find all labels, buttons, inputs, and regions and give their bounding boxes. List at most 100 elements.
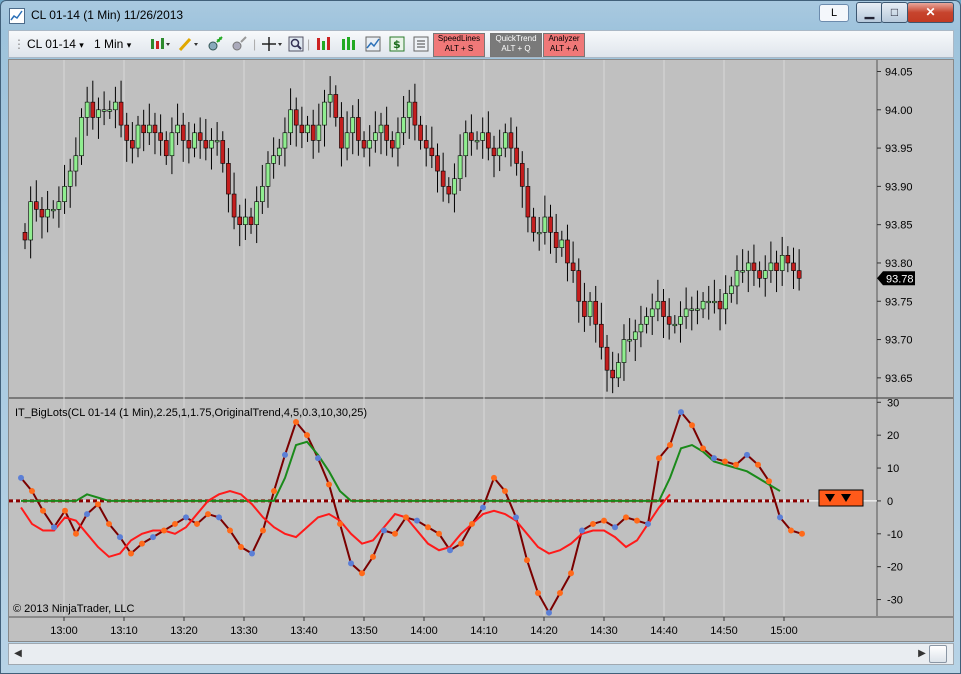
- oscillator-dot: [293, 419, 299, 426]
- candle-body: [192, 132, 197, 149]
- candle-body: [163, 140, 169, 157]
- candle-body: [689, 308, 695, 311]
- oscillator-dot: [766, 478, 772, 485]
- candle-body: [350, 117, 356, 134]
- candle-body: [226, 163, 231, 195]
- candle-body: [497, 147, 502, 157]
- candle-body: [130, 140, 135, 149]
- candle-body: [486, 132, 491, 149]
- oscillator-dot: [524, 557, 530, 564]
- data-series-icon[interactable]: [365, 36, 381, 52]
- oscillator-dot: [183, 514, 189, 521]
- candle-body: [141, 124, 146, 134]
- last-price-label: 93.78: [886, 273, 914, 285]
- properties-icon[interactable]: [413, 36, 429, 52]
- strategies-icon[interactable]: [341, 36, 357, 52]
- candle-body: [124, 124, 130, 141]
- oscillator-dot: [29, 488, 35, 495]
- candle-body: [101, 109, 107, 112]
- scroll-right-icon[interactable]: ▶: [915, 646, 929, 662]
- candle-body: [260, 186, 265, 202]
- candle-body: [180, 124, 186, 141]
- oscillator-dot: [403, 514, 409, 521]
- candle-body: [503, 132, 508, 149]
- candle-body: [327, 94, 333, 103]
- candle-body: [271, 155, 276, 164]
- crosshair-icon[interactable]: [261, 36, 283, 52]
- scroll-thumb[interactable]: [929, 645, 947, 663]
- candle-body: [248, 216, 254, 225]
- candle-body: [553, 232, 559, 248]
- svg-text:+: +: [216, 36, 223, 44]
- candle-body: [576, 270, 582, 302]
- interval-selector[interactable]: 1 Min ▾: [94, 35, 131, 53]
- oscillator-dot: [381, 527, 387, 534]
- candle-body: [34, 201, 39, 210]
- candle-body: [740, 270, 745, 273]
- candle-body: [401, 117, 406, 134]
- oscillator-dot: [95, 501, 101, 508]
- chart-canvas[interactable]: 13:00 13:10 13:20 13:30 13:40 13:50 14:00 14:10…: [9, 60, 953, 641]
- candle-body: [757, 270, 762, 279]
- oscillator-dot: [535, 589, 541, 596]
- oscillator-dot: [117, 534, 123, 541]
- quicktrend-button[interactable]: QuickTrend ALT + Q: [490, 33, 542, 57]
- zoom-box-icon[interactable]: [288, 36, 304, 52]
- oscillator-dot: [271, 488, 277, 495]
- candle-body: [745, 262, 751, 271]
- title-bar[interactable]: CL 01-14 (1 Min) 11/26/2013 L ▁ □ ✕: [1, 1, 960, 29]
- indicators-icon[interactable]: [316, 36, 332, 52]
- maximize-button[interactable]: □: [881, 2, 908, 23]
- candle-body: [237, 216, 243, 225]
- drawing-pencil-icon[interactable]: [177, 36, 199, 52]
- analyzer-button[interactable]: Analyzer ALT + A: [543, 33, 585, 57]
- candle-body: [197, 132, 203, 141]
- candle-body: [785, 255, 791, 264]
- chart-panel[interactable]: 13:00 13:10 13:20 13:30 13:40 13:50 14:00 14:10…: [8, 59, 954, 642]
- toolbar-separator: |: [253, 37, 257, 51]
- speedlines-button[interactable]: SpeedLines ALT + S: [433, 33, 485, 57]
- candle-body: [209, 140, 214, 149]
- speedlines-label: SpeedLines: [437, 34, 481, 43]
- toolbar-grip[interactable]: ⋮: [13, 35, 25, 53]
- candle-body: [135, 124, 141, 149]
- candle-body: [45, 209, 50, 218]
- time-tick-label: 13:20: [170, 625, 198, 637]
- candle-body: [536, 232, 542, 235]
- candle-body: [339, 117, 344, 149]
- toolbar-separator: |: [307, 37, 311, 51]
- oscillator-dot: [172, 520, 178, 527]
- candle-body: [423, 140, 429, 149]
- bar-type-icon[interactable]: [149, 36, 171, 52]
- oscillator-dot: [84, 511, 90, 518]
- chevron-down-icon: ▾: [79, 40, 84, 50]
- quicktrend-label: QuickTrend: [495, 34, 537, 43]
- scroll-left-icon[interactable]: ◀: [11, 646, 25, 662]
- oscillator-dot: [238, 543, 244, 550]
- candle-body: [79, 117, 84, 157]
- candle-body: [672, 323, 678, 327]
- horizontal-scrollbar[interactable]: ◀ ▶: [8, 643, 954, 665]
- candle-body: [548, 216, 553, 233]
- time-tick-label: 14:10: [470, 625, 498, 637]
- oscillator-dot: [447, 547, 453, 554]
- oscillator-dot: [491, 474, 497, 481]
- link-button[interactable]: L: [819, 4, 849, 22]
- zoom-out-icon[interactable]: [231, 36, 247, 52]
- time-tick-label: 15:00: [770, 625, 798, 637]
- candle-body: [452, 178, 457, 195]
- chevron-down-icon: ▾: [126, 40, 132, 50]
- time-tick-label: 14:40: [650, 625, 678, 637]
- minimize-button[interactable]: ▁: [856, 2, 883, 23]
- instrument-selector[interactable]: CL 01-14 ▾: [27, 35, 84, 53]
- candle-body: [774, 262, 779, 271]
- candle-body: [734, 270, 740, 287]
- oscillator-dot: [359, 570, 365, 577]
- cash-icon[interactable]: $: [389, 36, 405, 52]
- zoom-in-icon[interactable]: +: [207, 36, 223, 52]
- oscillator-dot: [480, 504, 486, 511]
- close-button[interactable]: ✕: [907, 2, 954, 23]
- candle-body: [299, 124, 305, 134]
- candle-body: [169, 132, 175, 157]
- candle-body: [406, 101, 412, 118]
